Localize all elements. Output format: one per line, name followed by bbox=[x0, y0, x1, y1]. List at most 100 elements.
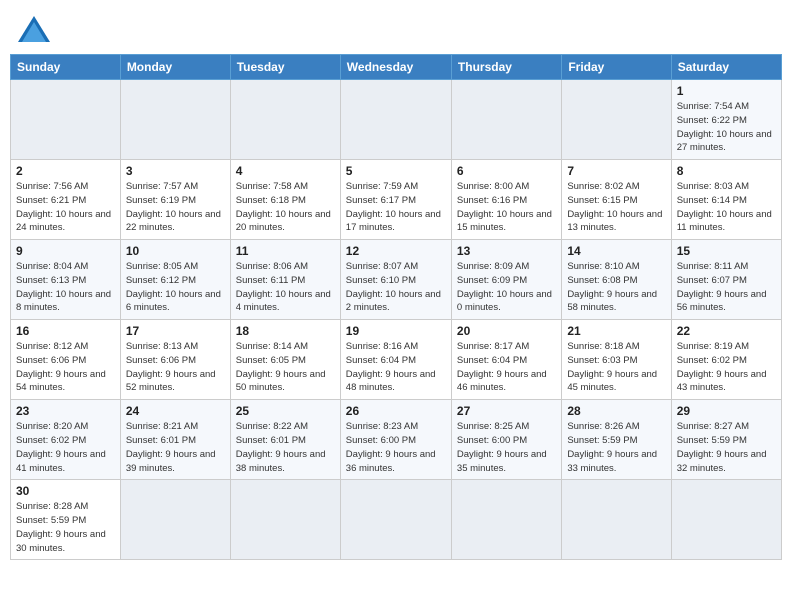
day-number: 4 bbox=[236, 164, 335, 178]
day-info: Sunrise: 8:21 AM Sunset: 6:01 PM Dayligh… bbox=[126, 420, 225, 475]
day-info: Sunrise: 7:54 AM Sunset: 6:22 PM Dayligh… bbox=[677, 100, 776, 155]
day-info: Sunrise: 8:16 AM Sunset: 6:04 PM Dayligh… bbox=[346, 340, 446, 395]
calendar-cell: 24Sunrise: 8:21 AM Sunset: 6:01 PM Dayli… bbox=[120, 400, 230, 480]
calendar-cell: 30 Sunrise: 8:28 AM Sunset: 5:59 PM Dayli… bbox=[11, 480, 121, 560]
day-of-week-header: Thursday bbox=[451, 55, 561, 80]
calendar-cell: 6 Sunrise: 8:00 AM Sunset: 6:16 PM Daylig… bbox=[451, 160, 561, 240]
calendar-week-row: 2 Sunrise: 7:56 AM Sunset: 6:21 PM Daylig… bbox=[11, 160, 782, 240]
calendar-cell: 29 Sunrise: 8:27 AM Sunset: 5:59 PM Dayli… bbox=[671, 400, 781, 480]
day-info: Sunrise: 8:03 AM Sunset: 6:14 PM Dayligh… bbox=[677, 180, 776, 235]
calendar-cell: 5Sunrise: 7:59 AM Sunset: 6:17 PM Daylig… bbox=[340, 160, 451, 240]
calendar-cell bbox=[11, 80, 121, 160]
day-info: Sunrise: 8:02 AM Sunset: 6:15 PM Dayligh… bbox=[567, 180, 665, 235]
day-info: Sunrise: 8:23 AM Sunset: 6:00 PM Dayligh… bbox=[346, 420, 446, 475]
day-number: 6 bbox=[457, 164, 556, 178]
calendar-cell: 4 Sunrise: 7:58 AM Sunset: 6:18 PM Daylig… bbox=[230, 160, 340, 240]
calendar-cell bbox=[230, 480, 340, 560]
logo bbox=[16, 14, 56, 44]
calendar-cell: 22Sunrise: 8:19 AM Sunset: 6:02 PM Dayli… bbox=[671, 320, 781, 400]
day-info: Sunrise: 8:00 AM Sunset: 6:16 PM Dayligh… bbox=[457, 180, 556, 235]
day-info: Sunrise: 8:20 AM Sunset: 6:02 PM Dayligh… bbox=[16, 420, 115, 475]
day-number: 30 bbox=[16, 484, 115, 498]
day-info: Sunrise: 8:25 AM Sunset: 6:00 PM Dayligh… bbox=[457, 420, 556, 475]
day-number: 2 bbox=[16, 164, 115, 178]
day-of-week-header: Wednesday bbox=[340, 55, 451, 80]
day-number: 17 bbox=[126, 324, 225, 338]
day-number: 14 bbox=[567, 244, 665, 258]
calendar-cell bbox=[340, 80, 451, 160]
calendar-cell: 20Sunrise: 8:17 AM Sunset: 6:04 PM Dayli… bbox=[451, 320, 561, 400]
day-info: Sunrise: 8:05 AM Sunset: 6:12 PM Dayligh… bbox=[126, 260, 225, 315]
calendar-week-row: 30 Sunrise: 8:28 AM Sunset: 5:59 PM Dayli… bbox=[11, 480, 782, 560]
day-number: 28 bbox=[567, 404, 665, 418]
day-info: Sunrise: 7:58 AM Sunset: 6:18 PM Dayligh… bbox=[236, 180, 335, 235]
day-number: 10 bbox=[126, 244, 225, 258]
calendar-cell: 15 Sunrise: 8:11 AM Sunset: 6:07 PM Dayli… bbox=[671, 240, 781, 320]
calendar-cell: 18Sunrise: 8:14 AM Sunset: 6:05 PM Dayli… bbox=[230, 320, 340, 400]
day-number: 26 bbox=[346, 404, 446, 418]
day-info: Sunrise: 7:57 AM Sunset: 6:19 PM Dayligh… bbox=[126, 180, 225, 235]
day-number: 12 bbox=[346, 244, 446, 258]
day-number: 23 bbox=[16, 404, 115, 418]
day-number: 29 bbox=[677, 404, 776, 418]
calendar-week-row: 9 Sunrise: 8:04 AM Sunset: 6:13 PM Daylig… bbox=[11, 240, 782, 320]
calendar-cell: 14Sunrise: 8:10 AM Sunset: 6:08 PM Dayli… bbox=[562, 240, 671, 320]
day-info: Sunrise: 8:04 AM Sunset: 6:13 PM Dayligh… bbox=[16, 260, 115, 315]
calendar-cell: 26 Sunrise: 8:23 AM Sunset: 6:00 PM Dayli… bbox=[340, 400, 451, 480]
day-number: 9 bbox=[16, 244, 115, 258]
day-info: Sunrise: 8:22 AM Sunset: 6:01 PM Dayligh… bbox=[236, 420, 335, 475]
day-number: 15 bbox=[677, 244, 776, 258]
calendar-cell: 8 Sunrise: 8:03 AM Sunset: 6:14 PM Daylig… bbox=[671, 160, 781, 240]
day-info: Sunrise: 8:27 AM Sunset: 5:59 PM Dayligh… bbox=[677, 420, 776, 475]
calendar-week-row: 1Sunrise: 7:54 AM Sunset: 6:22 PM Daylig… bbox=[11, 80, 782, 160]
day-number: 16 bbox=[16, 324, 115, 338]
day-number: 18 bbox=[236, 324, 335, 338]
day-info: Sunrise: 8:28 AM Sunset: 5:59 PM Dayligh… bbox=[16, 500, 115, 555]
day-info: Sunrise: 7:56 AM Sunset: 6:21 PM Dayligh… bbox=[16, 180, 115, 235]
calendar-cell: 17 Sunrise: 8:13 AM Sunset: 6:06 PM Dayli… bbox=[120, 320, 230, 400]
calendar-week-row: 16 Sunrise: 8:12 AM Sunset: 6:06 PM Dayli… bbox=[11, 320, 782, 400]
day-of-week-header: Friday bbox=[562, 55, 671, 80]
day-number: 22 bbox=[677, 324, 776, 338]
day-number: 8 bbox=[677, 164, 776, 178]
calendar-cell bbox=[340, 480, 451, 560]
day-info: Sunrise: 8:11 AM Sunset: 6:07 PM Dayligh… bbox=[677, 260, 776, 315]
day-number: 27 bbox=[457, 404, 556, 418]
calendar-week-row: 23 Sunrise: 8:20 AM Sunset: 6:02 PM Dayli… bbox=[11, 400, 782, 480]
day-info: Sunrise: 8:06 AM Sunset: 6:11 PM Dayligh… bbox=[236, 260, 335, 315]
calendar-cell: 27 Sunrise: 8:25 AM Sunset: 6:00 PM Dayli… bbox=[451, 400, 561, 480]
calendar-cell: 23 Sunrise: 8:20 AM Sunset: 6:02 PM Dayli… bbox=[11, 400, 121, 480]
day-of-week-header: Saturday bbox=[671, 55, 781, 80]
day-info: Sunrise: 8:12 AM Sunset: 6:06 PM Dayligh… bbox=[16, 340, 115, 395]
day-info: Sunrise: 8:17 AM Sunset: 6:04 PM Dayligh… bbox=[457, 340, 556, 395]
day-number: 5 bbox=[346, 164, 446, 178]
day-number: 11 bbox=[236, 244, 335, 258]
day-number: 21 bbox=[567, 324, 665, 338]
calendar-cell: 10 Sunrise: 8:05 AM Sunset: 6:12 PM Dayli… bbox=[120, 240, 230, 320]
day-info: Sunrise: 8:07 AM Sunset: 6:10 PM Dayligh… bbox=[346, 260, 446, 315]
day-info: Sunrise: 8:18 AM Sunset: 6:03 PM Dayligh… bbox=[567, 340, 665, 395]
calendar-cell: 19 Sunrise: 8:16 AM Sunset: 6:04 PM Dayli… bbox=[340, 320, 451, 400]
day-of-week-header: Sunday bbox=[11, 55, 121, 80]
calendar-cell: 9 Sunrise: 8:04 AM Sunset: 6:13 PM Daylig… bbox=[11, 240, 121, 320]
page-header bbox=[10, 10, 782, 48]
calendar-cell bbox=[451, 480, 561, 560]
logo-icon bbox=[16, 14, 52, 44]
day-info: Sunrise: 8:09 AM Sunset: 6:09 PM Dayligh… bbox=[457, 260, 556, 315]
day-number: 7 bbox=[567, 164, 665, 178]
calendar-cell: 3 Sunrise: 7:57 AM Sunset: 6:19 PM Daylig… bbox=[120, 160, 230, 240]
day-number: 25 bbox=[236, 404, 335, 418]
calendar-table: SundayMondayTuesdayWednesdayThursdayFrid… bbox=[10, 54, 782, 560]
day-of-week-header: Tuesday bbox=[230, 55, 340, 80]
calendar-cell: 2 Sunrise: 7:56 AM Sunset: 6:21 PM Daylig… bbox=[11, 160, 121, 240]
calendar-cell bbox=[671, 480, 781, 560]
calendar-cell: 13Sunrise: 8:09 AM Sunset: 6:09 PM Dayli… bbox=[451, 240, 561, 320]
day-info: Sunrise: 8:26 AM Sunset: 5:59 PM Dayligh… bbox=[567, 420, 665, 475]
day-number: 3 bbox=[126, 164, 225, 178]
calendar-cell: 11 Sunrise: 8:06 AM Sunset: 6:11 PM Dayli… bbox=[230, 240, 340, 320]
day-number: 19 bbox=[346, 324, 446, 338]
calendar-cell bbox=[451, 80, 561, 160]
day-info: Sunrise: 8:13 AM Sunset: 6:06 PM Dayligh… bbox=[126, 340, 225, 395]
calendar-cell bbox=[562, 480, 671, 560]
calendar-cell: 1Sunrise: 7:54 AM Sunset: 6:22 PM Daylig… bbox=[671, 80, 781, 160]
